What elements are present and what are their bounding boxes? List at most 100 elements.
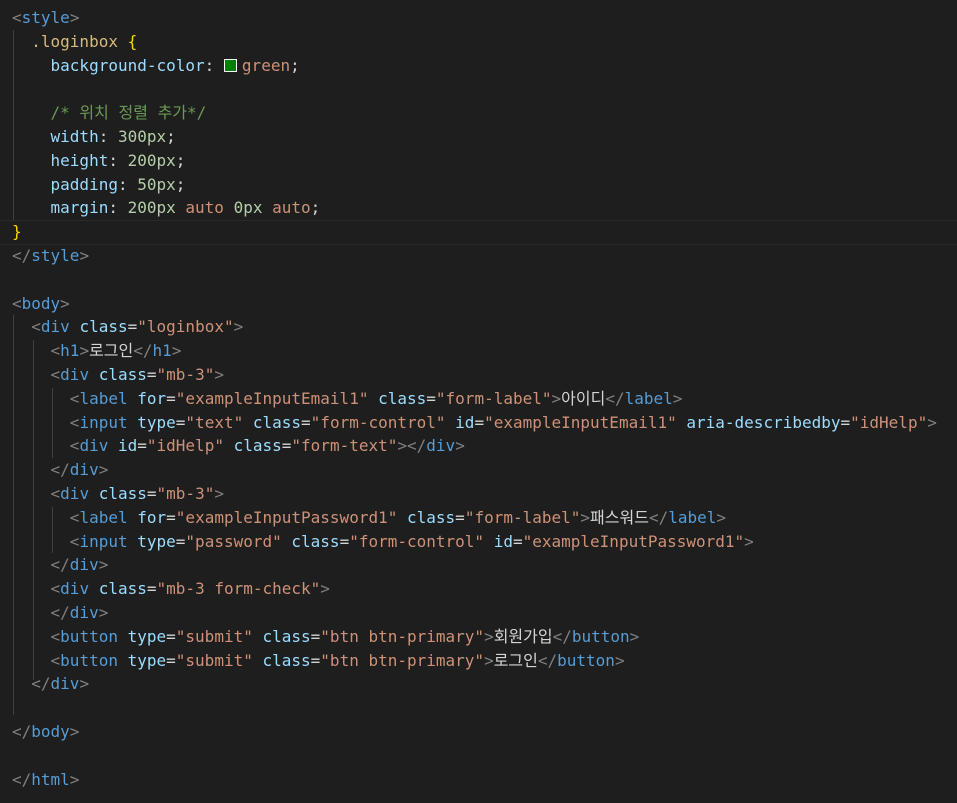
code-token: > xyxy=(484,650,494,670)
code-line[interactable]: background-color: green; xyxy=(12,54,937,78)
code-token: "form-control" xyxy=(310,412,446,432)
code-token: "mb-3" xyxy=(156,483,215,503)
code-token: { xyxy=(127,31,138,51)
code-token: </ xyxy=(133,341,153,361)
code-line[interactable]: width: 300px; xyxy=(12,125,937,149)
code-line[interactable]: <div id="idHelp" class="form-text"></div… xyxy=(12,434,937,458)
code-line[interactable] xyxy=(12,696,937,720)
code-line[interactable]: <input type="text" class="form-control" … xyxy=(12,411,937,435)
code-token: > xyxy=(79,341,90,361)
code-token: 200px xyxy=(127,150,176,170)
code-token: > xyxy=(214,364,224,384)
code-line[interactable]: </div> xyxy=(12,458,937,482)
code-line[interactable]: <label for="exampleInputEmail1" class="f… xyxy=(12,387,937,411)
code-token: > xyxy=(580,507,591,527)
code-token: ; xyxy=(290,55,300,75)
code-token: </ xyxy=(552,626,572,646)
code-token: < xyxy=(12,626,61,646)
code-token: = xyxy=(310,650,321,670)
code-token: < xyxy=(12,579,61,599)
code-line[interactable]: </div> xyxy=(12,553,937,577)
code-token: ; xyxy=(175,174,186,194)
code-line[interactable] xyxy=(12,744,937,768)
code-token: padding xyxy=(12,174,118,194)
code-token: type xyxy=(127,626,167,646)
code-line[interactable]: <div class="loginbox"> xyxy=(12,315,937,339)
code-line[interactable] xyxy=(12,77,937,101)
code-token: button xyxy=(557,650,615,670)
code-token: > xyxy=(98,460,109,480)
code-line[interactable]: <body> xyxy=(12,292,937,316)
code-token: class xyxy=(291,531,340,551)
code-token: html xyxy=(31,769,70,789)
code-line[interactable]: <input type="password" class="form-contr… xyxy=(12,530,937,554)
color-swatch-icon[interactable] xyxy=(223,58,237,72)
code-token: = xyxy=(166,507,176,527)
code-line[interactable]: </div> xyxy=(12,601,937,625)
code-token: > xyxy=(716,507,727,527)
code-token: width xyxy=(12,126,99,146)
code-token: h1 xyxy=(60,341,80,361)
code-token: > xyxy=(79,245,90,265)
code-token: div xyxy=(69,460,99,480)
code-editor[interactable]: <style> .loginbox { background-color: gr… xyxy=(0,0,957,803)
code-line[interactable]: .loginbox { xyxy=(12,30,937,54)
code-token: body xyxy=(21,293,61,313)
code-token: class xyxy=(98,364,147,384)
code-line[interactable]: <div class="mb-3"> xyxy=(12,363,937,387)
code-line[interactable]: <h1>로그인</h1> xyxy=(12,339,937,363)
code-line[interactable]: <style> xyxy=(12,6,937,30)
code-token: div xyxy=(60,483,90,503)
code-token: for xyxy=(137,507,167,527)
code-token: = xyxy=(512,531,523,551)
code-token: = xyxy=(146,364,157,384)
code-line[interactable]: <div class="mb-3"> xyxy=(12,482,937,506)
code-token: > xyxy=(551,388,562,408)
code-token: class xyxy=(233,436,282,456)
code-token: background-color xyxy=(12,55,205,75)
code-token: = xyxy=(166,650,176,670)
code-line[interactable]: </style> xyxy=(12,244,937,268)
code-token: = xyxy=(339,531,350,551)
code-line[interactable]: margin: 200px auto 0px auto; xyxy=(12,196,937,220)
code-line[interactable] xyxy=(12,268,937,292)
code-token: < xyxy=(12,317,41,337)
code-line[interactable]: </body> xyxy=(12,720,937,744)
code-lines[interactable]: <style> .loginbox { background-color: gr… xyxy=(0,6,957,792)
code-token: > xyxy=(79,674,90,694)
code-token: "form-text" xyxy=(291,436,398,456)
code-token: "btn btn-primary" xyxy=(320,626,485,646)
code-line[interactable]: } xyxy=(0,220,957,245)
code-line[interactable]: <div class="mb-3 form-check"> xyxy=(12,577,937,601)
code-token: > xyxy=(98,602,109,622)
code-token: < xyxy=(12,8,22,27)
code-token: 로그인 xyxy=(89,341,134,361)
code-token: class xyxy=(407,507,456,527)
code-token: class xyxy=(98,483,147,503)
code-token: > xyxy=(69,721,80,741)
code-token: < xyxy=(12,483,61,503)
code-line[interactable]: <button type="submit" class="btn btn-pri… xyxy=(12,649,937,673)
code-token: > xyxy=(927,412,937,432)
code-line[interactable]: /* 위치 정렬 추가*/ xyxy=(12,101,937,125)
code-token: "text" xyxy=(185,412,244,432)
code-line[interactable]: height: 200px; xyxy=(12,149,937,173)
code-token: > xyxy=(69,8,80,27)
code-token: id xyxy=(493,531,513,551)
code-token: 200px xyxy=(127,198,176,218)
code-line[interactable]: <button type="submit" class="btn btn-pri… xyxy=(12,625,937,649)
code-line[interactable]: padding: 50px; xyxy=(12,173,937,197)
code-token: div xyxy=(426,436,456,456)
code-line[interactable]: </html> xyxy=(12,768,937,792)
code-line[interactable]: </div> xyxy=(12,672,937,696)
code-token: "mb-3" xyxy=(156,364,215,384)
code-line[interactable]: <label for="exampleInputPassword1" class… xyxy=(12,506,937,530)
code-token: class xyxy=(252,412,302,432)
